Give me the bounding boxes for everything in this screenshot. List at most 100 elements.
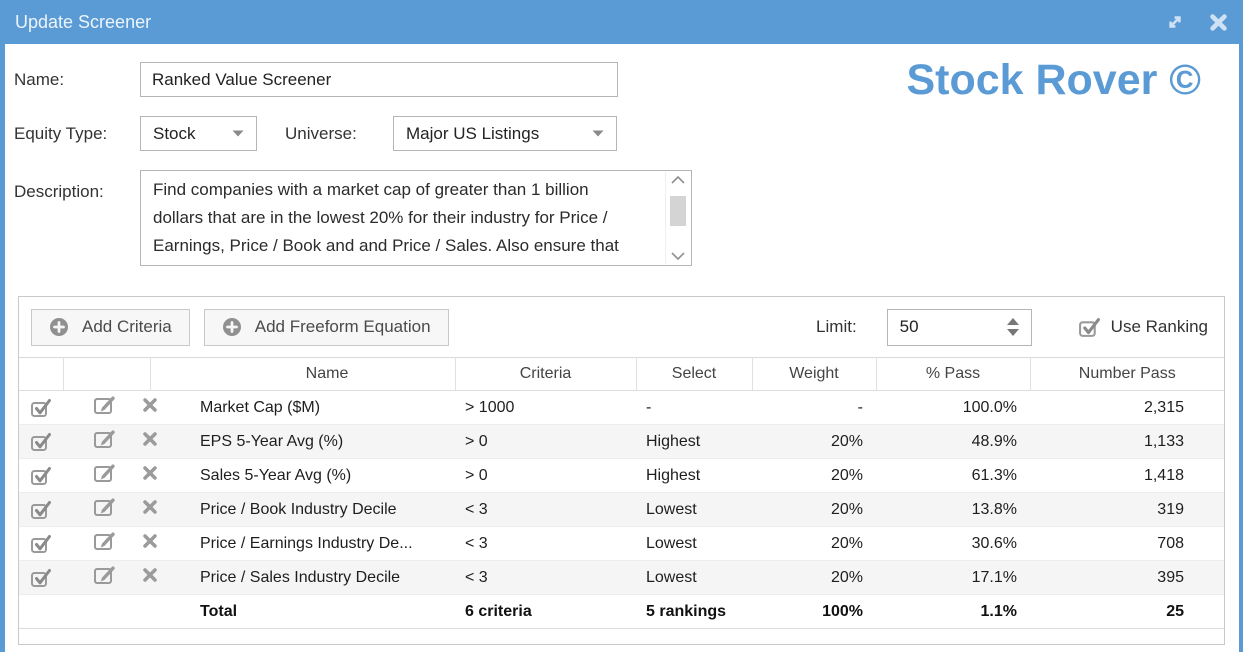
header-name: Name	[150, 358, 455, 391]
delete-x-icon[interactable]	[142, 465, 158, 486]
row-checkbox[interactable]	[30, 398, 52, 418]
number-pass-value: 2,315	[1030, 391, 1224, 425]
select-value: Lowest	[636, 561, 752, 595]
stock-rover-logo: Stock Rover ©	[906, 56, 1201, 105]
number-pass-value: 1,418	[1030, 459, 1224, 493]
limit-input[interactable]	[900, 317, 990, 337]
table-row: Price / Earnings Industry De... < 3 Lowe…	[19, 527, 1224, 561]
arrow-down-icon[interactable]	[1007, 329, 1019, 336]
delete-x-icon[interactable]	[142, 499, 158, 520]
add-freeform-equation-button[interactable]: Add Freeform Equation	[204, 309, 449, 346]
number-pass-value: 395	[1030, 561, 1224, 595]
weight-value: 20%	[752, 459, 876, 493]
criteria-value: < 3	[455, 527, 636, 561]
table-row: EPS 5-Year Avg (%) > 0 Highest 20% 48.9%…	[19, 425, 1224, 459]
table-total-row: Total 6 criteria 5 rankings 100% 1.1% 25	[19, 595, 1224, 629]
caret-down-icon	[592, 130, 604, 137]
row-checkbox[interactable]	[30, 466, 52, 486]
weight-value: -	[752, 391, 876, 425]
description-scrollbar[interactable]	[665, 172, 690, 264]
row-checkbox[interactable]	[30, 568, 52, 588]
total-rankings: 5 rankings	[636, 595, 752, 629]
name-input[interactable]	[140, 62, 618, 97]
expand-icon[interactable]	[1165, 12, 1185, 32]
description-textarea[interactable]: Find companies with a market cap of grea…	[140, 170, 692, 266]
header-weight: Weight	[752, 358, 876, 391]
equity-type-select[interactable]: Stock	[140, 116, 257, 151]
universe-label: Universe:	[285, 124, 393, 144]
chevron-up-icon[interactable]	[666, 172, 690, 188]
total-criteria: 6 criteria	[455, 595, 636, 629]
table-row: Sales 5-Year Avg (%) > 0 Highest 20% 61.…	[19, 459, 1224, 493]
delete-x-icon[interactable]	[142, 397, 158, 418]
limit-stepper	[887, 309, 1032, 346]
criteria-name: Price / Sales Industry Decile	[150, 561, 455, 595]
chevron-down-icon[interactable]	[666, 248, 690, 264]
number-pass-value: 1,133	[1030, 425, 1224, 459]
limit-label: Limit:	[816, 317, 857, 337]
criteria-value: > 0	[455, 459, 636, 493]
pct-pass-value: 30.6%	[876, 527, 1030, 561]
dialog-title: Update Screener	[15, 12, 1165, 33]
edit-icon[interactable]	[93, 463, 119, 488]
criteria-name: Price / Earnings Industry De...	[150, 527, 455, 561]
header-select: Select	[636, 358, 752, 391]
total-pct-pass: 1.1%	[876, 595, 1030, 629]
description-label: Description:	[14, 170, 140, 202]
criteria-panel: Add Criteria Add Freeform Equation Limit…	[18, 296, 1225, 645]
header-number-pass: Number Pass	[1030, 358, 1224, 391]
name-label: Name:	[14, 70, 140, 90]
edit-icon[interactable]	[93, 497, 119, 522]
criteria-value: > 0	[455, 425, 636, 459]
pct-pass-value: 17.1%	[876, 561, 1030, 595]
equity-type-label: Equity Type:	[14, 124, 140, 144]
criteria-value: > 1000	[455, 391, 636, 425]
dialog-left-border	[0, 44, 5, 652]
use-ranking-checkbox[interactable]	[1078, 317, 1101, 338]
plus-circle-icon	[49, 317, 69, 337]
criteria-name: Market Cap ($M)	[150, 391, 455, 425]
row-checkbox[interactable]	[30, 534, 52, 554]
table-header-row: Name Criteria Select Weight % Pass Numbe…	[19, 358, 1224, 391]
criteria-table: Name Criteria Select Weight % Pass Numbe…	[19, 357, 1224, 629]
weight-value: 20%	[752, 561, 876, 595]
caret-down-icon	[232, 130, 244, 137]
criteria-value: < 3	[455, 561, 636, 595]
update-screener-dialog: Update Screener Stock Rover © Name: Equi…	[0, 0, 1243, 652]
edit-icon[interactable]	[93, 531, 119, 556]
weight-value: 20%	[752, 493, 876, 527]
select-value: Lowest	[636, 527, 752, 561]
pct-pass-value: 61.3%	[876, 459, 1030, 493]
edit-icon[interactable]	[93, 395, 119, 420]
arrow-up-icon[interactable]	[1007, 318, 1019, 325]
total-weight: 100%	[752, 595, 876, 629]
edit-icon[interactable]	[93, 429, 119, 454]
select-value: Highest	[636, 459, 752, 493]
criteria-name: Price / Book Industry Decile	[150, 493, 455, 527]
criteria-name: EPS 5-Year Avg (%)	[150, 425, 455, 459]
delete-x-icon[interactable]	[142, 431, 158, 452]
criteria-name: Sales 5-Year Avg (%)	[150, 459, 455, 493]
scrollbar-thumb[interactable]	[670, 196, 686, 226]
dialog-titlebar: Update Screener	[0, 0, 1243, 44]
screener-form: Name: Equity Type: Stock Universe: Major…	[14, 62, 692, 285]
add-criteria-button[interactable]: Add Criteria	[31, 309, 190, 346]
select-value: -	[636, 391, 752, 425]
edit-icon[interactable]	[93, 565, 119, 590]
table-row: Price / Book Industry Decile < 3 Lowest …	[19, 493, 1224, 527]
criteria-value: < 3	[455, 493, 636, 527]
close-icon[interactable]	[1208, 12, 1228, 32]
row-checkbox[interactable]	[30, 432, 52, 452]
pct-pass-value: 48.9%	[876, 425, 1030, 459]
total-number-pass: 25	[1030, 595, 1224, 629]
row-checkbox[interactable]	[30, 500, 52, 520]
header-actions-col	[63, 358, 150, 391]
table-row: Price / Sales Industry Decile < 3 Lowest…	[19, 561, 1224, 595]
number-pass-value: 319	[1030, 493, 1224, 527]
universe-select[interactable]: Major US Listings	[393, 116, 617, 151]
delete-x-icon[interactable]	[142, 567, 158, 588]
header-criteria: Criteria	[455, 358, 636, 391]
weight-value: 20%	[752, 527, 876, 561]
delete-x-icon[interactable]	[142, 533, 158, 554]
criteria-toolbar: Add Criteria Add Freeform Equation Limit…	[19, 297, 1224, 357]
